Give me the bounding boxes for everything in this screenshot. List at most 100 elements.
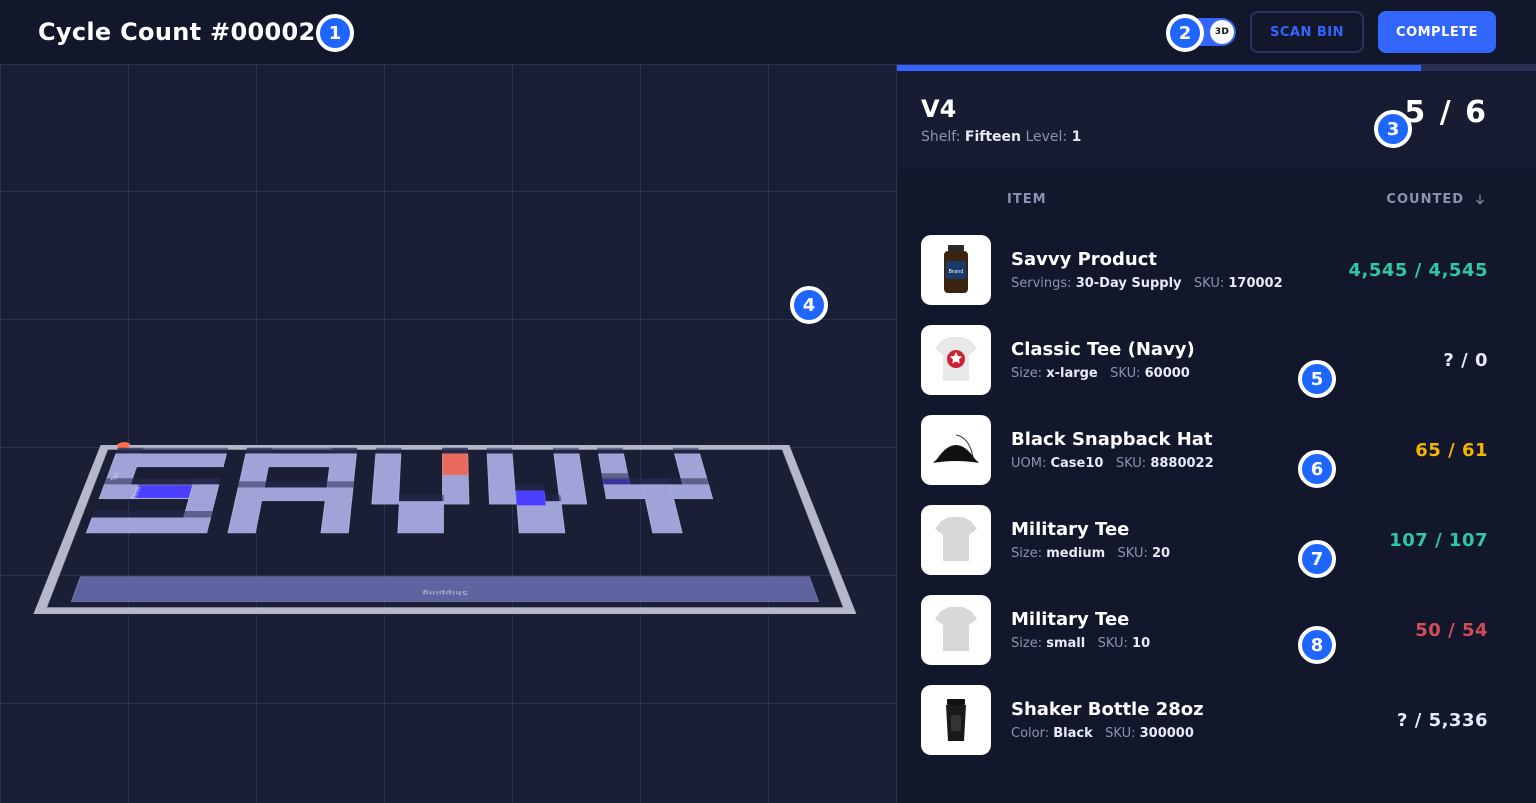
step-marker-2: 2 <box>1166 14 1204 52</box>
shelf <box>487 454 517 505</box>
item-thumb: Brand <box>921 235 991 305</box>
item-attrs: Size: x-large SKU: 60000 <box>1011 366 1423 381</box>
item-count: ? / 5,336 <box>1397 710 1488 731</box>
attr-label: UOM: <box>1011 456 1050 471</box>
sku-value: 10 <box>1132 636 1150 651</box>
item-name: Classic Tee (Navy) <box>1011 339 1423 360</box>
complete-button[interactable]: COMPLETE <box>1378 11 1496 53</box>
item-thumb <box>921 505 991 575</box>
main: Two Three Shipping <box>0 64 1536 803</box>
shelf <box>242 454 356 468</box>
item-thumb <box>921 415 991 485</box>
attr-value: Case10 <box>1050 456 1103 471</box>
attr-value: small <box>1046 636 1085 651</box>
step-marker-8: 8 <box>1298 626 1336 664</box>
item-count: 65 / 61 <box>1415 440 1488 461</box>
sku-value: 20 <box>1152 546 1170 561</box>
item-info: Military Tee Size: small SKU: 10 <box>1011 609 1395 651</box>
item-info: Black Snapback Hat UOM: Case10 SKU: 88800… <box>1011 429 1395 471</box>
sku-value: 300000 <box>1140 726 1194 741</box>
sku-label: SKU: <box>1098 636 1132 651</box>
shelf <box>235 488 354 502</box>
step-marker-1: 1 <box>316 14 354 52</box>
bin-progress-count: 5 / 6 <box>1404 95 1488 130</box>
attr-label: Servings: <box>1011 276 1076 291</box>
step-marker-4: 4 <box>790 286 828 324</box>
item-attrs: Servings: 30-Day Supply SKU: 170002 <box>1011 276 1329 291</box>
item-name: Shaker Bottle 28oz <box>1011 699 1377 720</box>
sku-label: SKU: <box>1194 276 1228 291</box>
item-info: Savvy Product Servings: 30-Day Supply SKU… <box>1011 249 1329 291</box>
attr-label: Size: <box>1011 366 1046 381</box>
col-item: ITEM <box>1007 192 1047 207</box>
header: Cycle Count #00002 3D SCAN BIN COMPLETE <box>0 0 1536 64</box>
item-thumb <box>921 685 991 755</box>
col-counted-sort[interactable]: COUNTED <box>1386 191 1488 207</box>
col-counted: COUNTED <box>1386 192 1464 207</box>
attr-value: medium <box>1046 546 1105 561</box>
step-marker-7: 7 <box>1298 540 1336 578</box>
side-panel: V4 Shelf: Fifteen Level: 1 5 / 6 ITEM CO… <box>897 64 1536 803</box>
warehouse-viewport[interactable]: Two Three Shipping <box>0 64 897 803</box>
warehouse-3d: Two Three Shipping <box>33 445 856 614</box>
sort-desc-icon <box>1472 191 1488 207</box>
shelf-highlight-active <box>442 454 469 476</box>
item-name: Military Tee <box>1011 519 1369 540</box>
header-actions: 3D SCAN BIN COMPLETE <box>1180 11 1496 53</box>
item-count: 50 / 54 <box>1415 620 1488 641</box>
item-name: Military Tee <box>1011 609 1395 630</box>
item-info: Classic Tee (Navy) Size: x-large SKU: 600… <box>1011 339 1423 381</box>
level-value: 1 <box>1072 129 1082 145</box>
svg-text:Brand: Brand <box>949 269 964 275</box>
scan-bin-button[interactable]: SCAN BIN <box>1250 11 1364 53</box>
bin-location: Shelf: Fifteen Level: 1 <box>921 129 1081 145</box>
item-count: 107 / 107 <box>1389 530 1488 551</box>
shelf-value: Fifteen <box>965 129 1021 145</box>
attr-label: Color: <box>1011 726 1053 741</box>
item-row[interactable]: Brand Savvy Product Servings: 30-Day Suppl… <box>921 225 1512 315</box>
item-count: ? / 0 <box>1443 350 1488 371</box>
sku-value: 8880022 <box>1150 456 1213 471</box>
bin-header: V4 Shelf: Fifteen Level: 1 5 / 6 <box>897 71 1536 169</box>
table-header: ITEM COUNTED <box>897 169 1536 225</box>
item-row[interactable]: Military Tee Size: medium SKU: 20 107 / 10… <box>921 495 1512 585</box>
item-row[interactable]: Classic Tee (Navy) Size: x-large SKU: 600… <box>921 315 1512 405</box>
attr-value: x-large <box>1046 366 1098 381</box>
page-title: Cycle Count #00002 <box>38 18 315 46</box>
item-name: Black Snapback Hat <box>1011 429 1395 450</box>
item-list[interactable]: Brand Savvy Product Servings: 30-Day Suppl… <box>897 225 1536 803</box>
sku-label: SKU: <box>1118 546 1152 561</box>
item-row[interactable]: Shaker Bottle 28oz Color: Black SKU: 3000… <box>921 675 1512 765</box>
item-attrs: Color: Black SKU: 300000 <box>1011 726 1377 741</box>
bin-info: V4 Shelf: Fifteen Level: 1 <box>921 95 1081 145</box>
shelf-highlight <box>516 491 547 506</box>
sku-value: 60000 <box>1145 366 1190 381</box>
toggle-knob: 3D <box>1210 20 1234 44</box>
level-label: Level: <box>1025 129 1067 145</box>
sku-label: SKU: <box>1116 456 1150 471</box>
attr-value: 30-Day Supply <box>1076 276 1182 291</box>
item-attrs: Size: small SKU: 10 <box>1011 636 1395 651</box>
item-name: Savvy Product <box>1011 249 1329 270</box>
sku-value: 170002 <box>1228 276 1282 291</box>
bin-name: V4 <box>921 95 1081 123</box>
step-marker-6: 6 <box>1298 450 1336 488</box>
sku-label: SKU: <box>1110 366 1144 381</box>
item-row[interactable]: Black Snapback Hat UOM: Case10 SKU: 88800… <box>921 405 1512 495</box>
attr-label: Size: <box>1011 546 1046 561</box>
attr-value: Black <box>1053 726 1093 741</box>
item-thumb <box>921 325 991 395</box>
step-marker-5: 5 <box>1298 360 1336 398</box>
item-info: Shaker Bottle 28oz Color: Black SKU: 3000… <box>1011 699 1377 741</box>
item-thumb <box>921 595 991 665</box>
attr-label: Size: <box>1011 636 1046 651</box>
viewport-grid <box>0 65 897 803</box>
shelf-label: Shelf: <box>921 129 960 145</box>
item-count: 4,545 / 4,545 <box>1349 260 1488 281</box>
total-value: 6 <box>1465 95 1488 130</box>
item-attrs: UOM: Case10 SKU: 8880022 <box>1011 456 1395 471</box>
step-marker-3: 3 <box>1374 110 1412 148</box>
sku-label: SKU: <box>1105 726 1139 741</box>
shelf <box>371 454 401 505</box>
item-row[interactable]: Military Tee Size: small SKU: 10 50 / 54 <box>921 585 1512 675</box>
